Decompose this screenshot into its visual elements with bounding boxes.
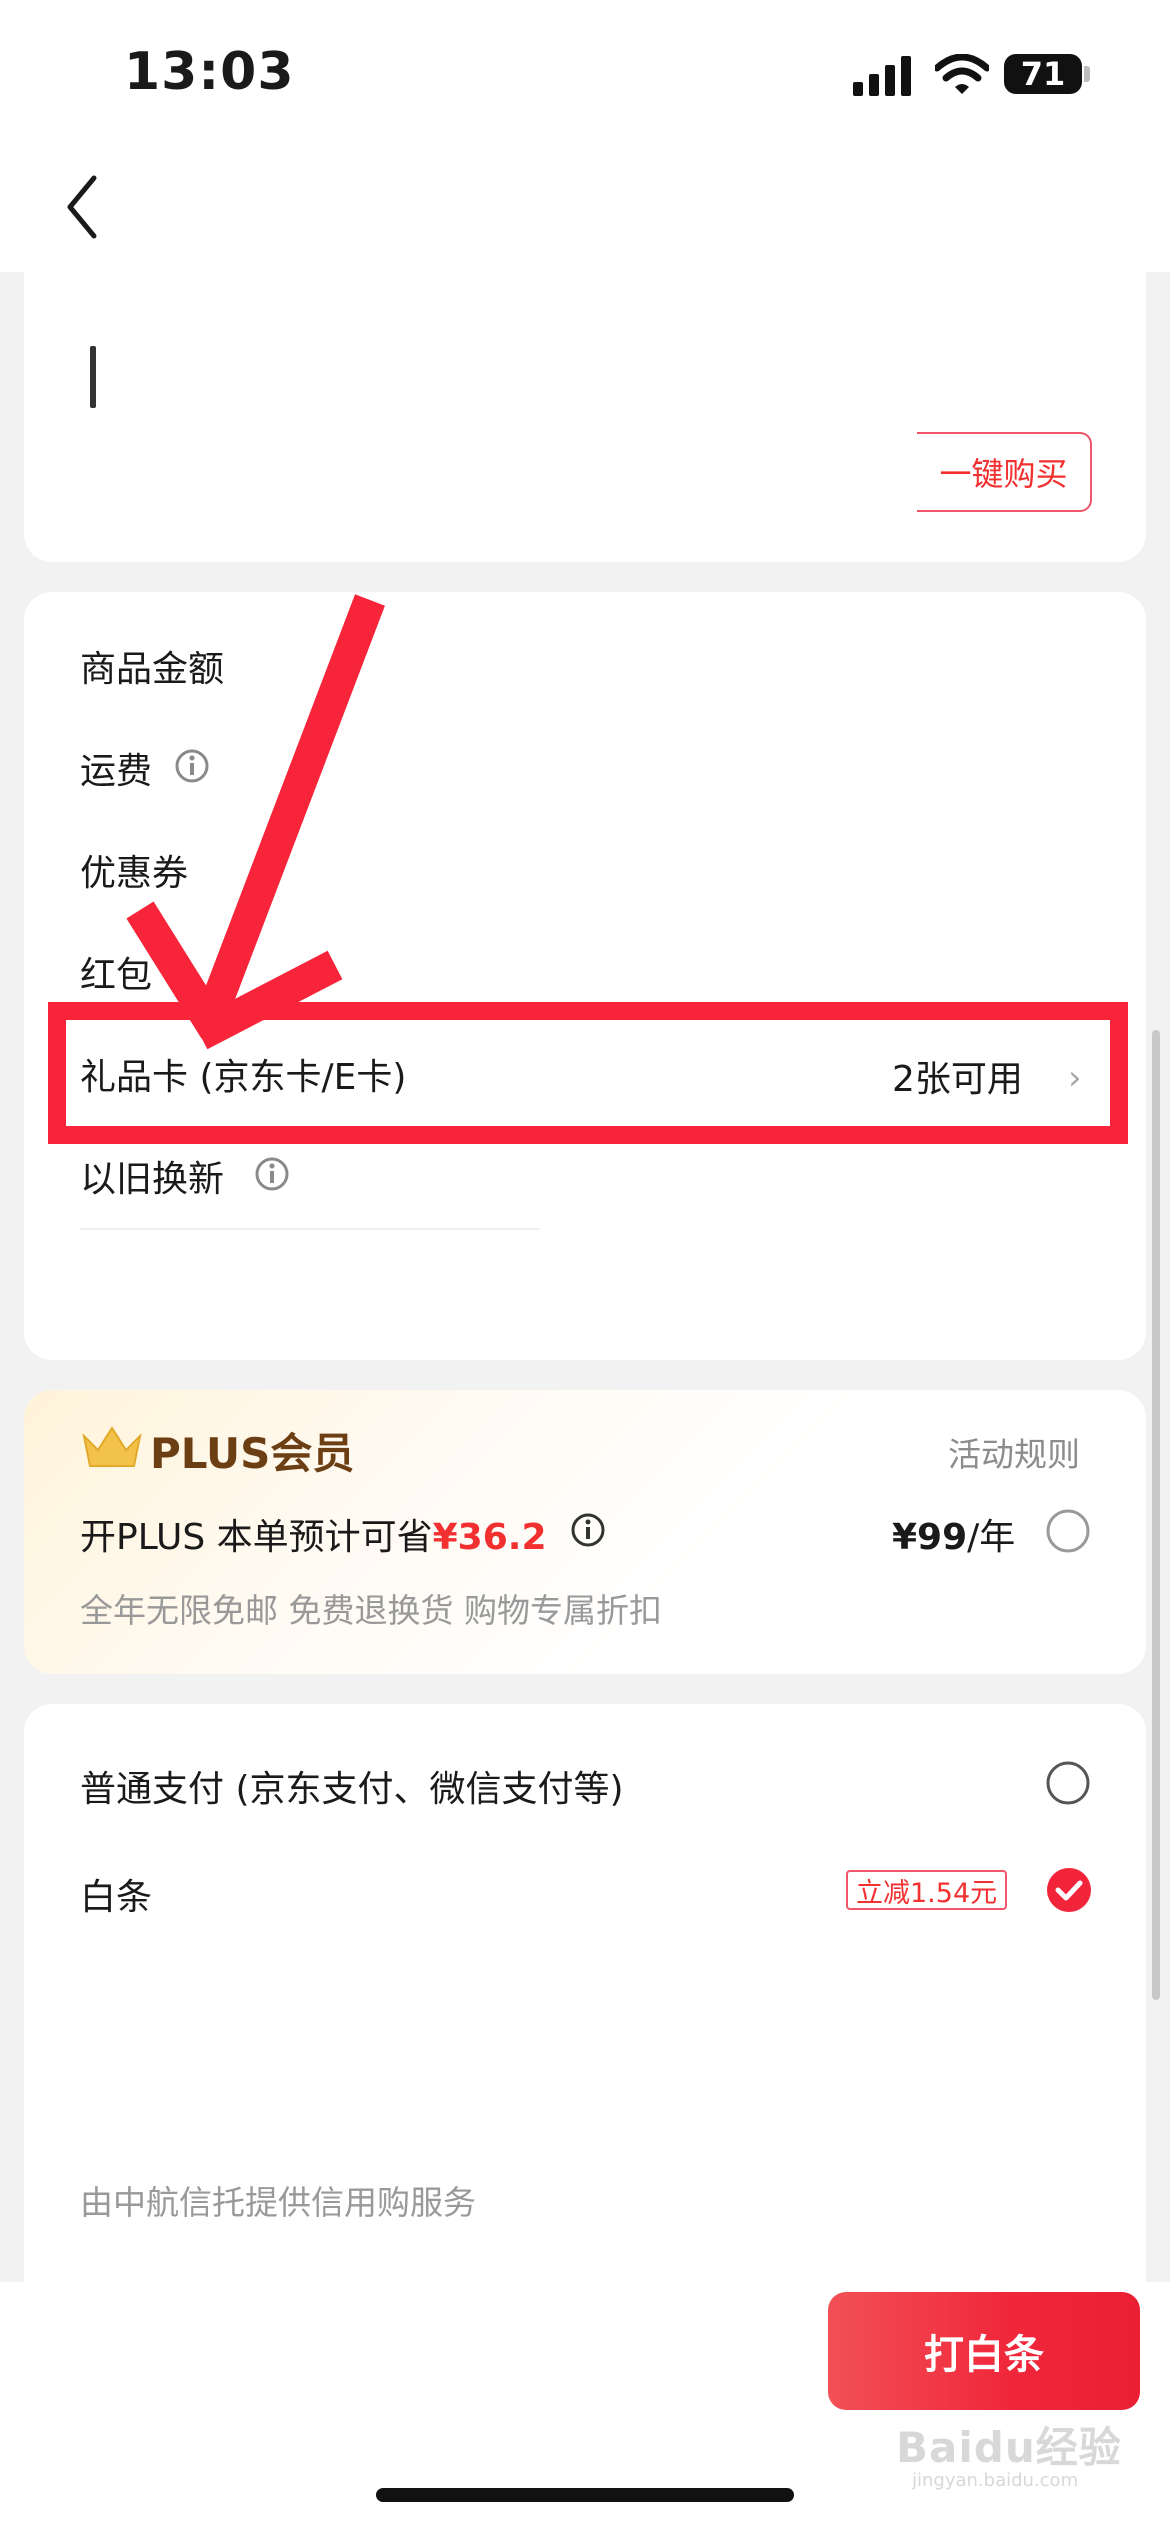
plus-radio-unchecked[interactable]: [1045, 1508, 1091, 1554]
one-click-buy-button[interactable]: 一键购买: [917, 432, 1092, 512]
credit-service-note: 由中航信托提供信用购服务: [80, 2183, 476, 2222]
product-card: [24, 250, 1146, 562]
divider: [80, 1228, 540, 1230]
plus-saving-amount: ¥36.2: [432, 1517, 547, 1558]
baitiao-radio-checked-icon[interactable]: [1045, 1866, 1093, 1914]
home-indicator: [376, 2488, 794, 2502]
row-coupon[interactable]: 优惠券: [80, 844, 188, 896]
scrollbar[interactable]: [1152, 1030, 1160, 2000]
row-goods-amount: 商品金额: [80, 649, 225, 690]
plus-benefits: 全年无限免邮 免费退换货 购物专属折扣: [80, 1591, 662, 1630]
submit-baitiao-button[interactable]: 打白条: [828, 2292, 1140, 2410]
plus-saving-prefix: 开PLUS 本单预计可省: [80, 1517, 433, 1558]
plus-title: PLUS会员: [150, 1429, 355, 1478]
baitiao-discount-badge: 立减1.54元: [846, 1870, 1008, 1910]
annotation-highlight-box: [48, 1002, 1128, 1144]
watermark-brand: Baidu经验: [896, 2423, 1122, 2472]
row-red-packet[interactable]: 红包: [80, 946, 152, 998]
payment-normal-label[interactable]: 普通支付 (京东支付、微信支付等): [80, 1760, 624, 1812]
wifi-icon: [935, 54, 989, 94]
watermark-url: jingyan.baidu.com: [912, 2470, 1079, 2491]
plus-price-unit: /年: [967, 1517, 1016, 1558]
cellular-signal-icon: [853, 56, 911, 96]
plus-price-amount: ¥99: [892, 1517, 968, 1558]
row-trade-in[interactable]: 以旧换新: [80, 1150, 224, 1202]
status-time: 13:03: [124, 42, 295, 102]
text-cursor: [90, 346, 96, 408]
price-breakdown-card: [24, 592, 1146, 1360]
shipping-info-icon[interactable]: [174, 748, 210, 784]
back-chevron-icon[interactable]: [58, 172, 108, 242]
crown-icon: [82, 1426, 142, 1467]
trade-in-info-icon[interactable]: [254, 1156, 290, 1192]
plus-info-icon[interactable]: [570, 1512, 606, 1548]
battery-cap: [1084, 66, 1090, 82]
battery-indicator: 71: [1004, 54, 1082, 94]
payment-baitiao-label[interactable]: 白条: [80, 1868, 152, 1920]
payment-normal-radio[interactable]: [1045, 1760, 1091, 1806]
plus-rules-link[interactable]: 活动规则: [948, 1428, 1080, 1476]
row-shipping: 运费: [80, 751, 153, 792]
plus-price: ¥99/年: [892, 1508, 1015, 1560]
plus-saving-line: 开PLUS 本单预计可省¥36.2: [80, 1508, 547, 1560]
